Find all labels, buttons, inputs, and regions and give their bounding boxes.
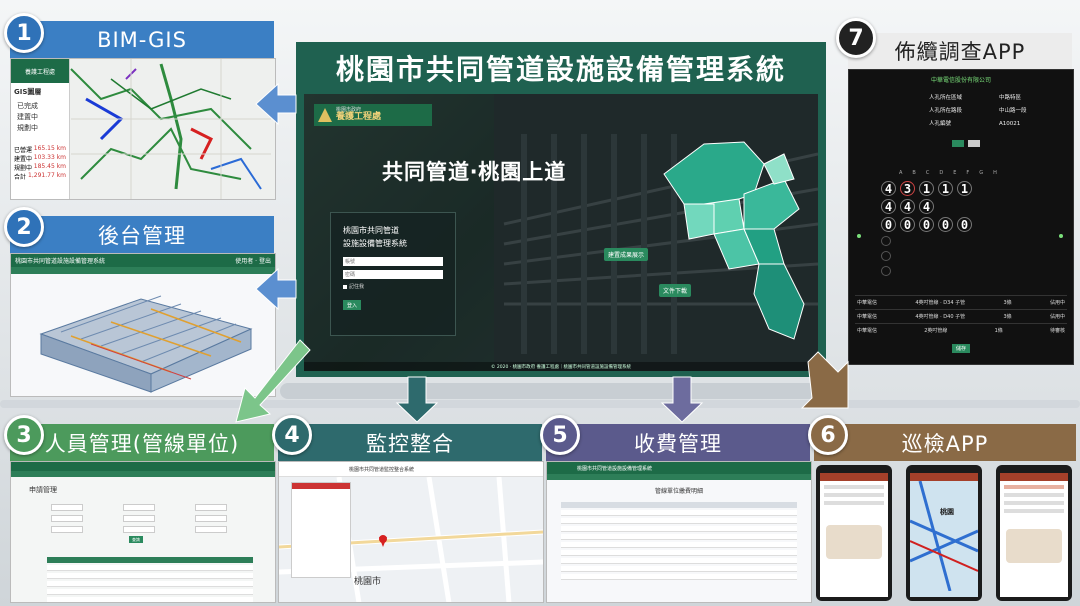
arrow-to-inspection xyxy=(800,351,849,409)
step-number-2: 2 xyxy=(4,207,44,247)
step-number-3: 3 xyxy=(4,415,44,455)
step-number-5: 5 xyxy=(540,415,580,455)
step-number-1: 1 xyxy=(4,13,44,53)
arrow-to-monitoring xyxy=(395,376,439,423)
arrow-to-fee xyxy=(660,376,704,423)
step-number-4: 4 xyxy=(272,415,312,455)
step-number-6: 6 xyxy=(808,415,848,455)
arrow-to-backend xyxy=(255,267,297,311)
step-number-7: 7 xyxy=(836,18,876,58)
arrow-to-bim-gis xyxy=(255,82,297,126)
arrow-to-personnel xyxy=(235,339,311,423)
flow-arrows xyxy=(235,82,849,423)
